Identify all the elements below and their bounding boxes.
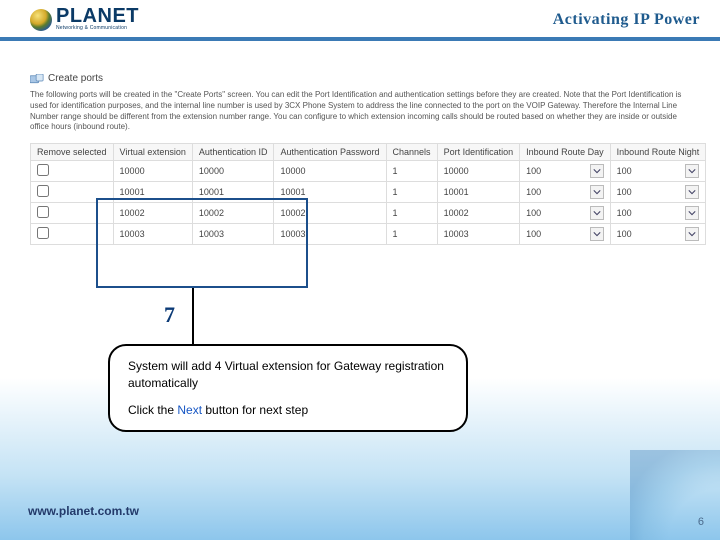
chevron-down-icon[interactable] (685, 227, 699, 241)
table-row: 100031000310003110003100100 (31, 224, 706, 245)
section-title: Create ports (48, 73, 103, 84)
callout-line-1: System will add 4 Virtual extension for … (128, 358, 448, 392)
remove-checkbox[interactable] (37, 227, 49, 239)
cell-authpw: 10002 (274, 203, 386, 224)
cell-portid: 10002 (437, 203, 520, 224)
cell-day[interactable]: 100 (520, 161, 611, 182)
section-title-row: Create ports (30, 73, 690, 84)
cell-day[interactable]: 100 (520, 182, 611, 203)
page-number: 6 (698, 516, 704, 528)
chevron-down-icon[interactable] (685, 164, 699, 178)
cell-day[interactable]: 100 (520, 224, 611, 245)
cell-vext: 10001 (113, 182, 192, 203)
cell-portid: 10000 (437, 161, 520, 182)
chevron-down-icon[interactable] (590, 227, 604, 241)
callout-line-2: Click the Next button for next step (128, 402, 448, 419)
table-row: 100011000110001110001100100 (31, 182, 706, 203)
brand-name: PLANET (56, 8, 139, 25)
instruction-callout: System will add 4 Virtual extension for … (108, 344, 468, 432)
table-header-row: Remove selected Virtual extension Authen… (31, 144, 706, 161)
cell-night[interactable]: 100 (610, 161, 706, 182)
col-portid: Port Identification (437, 144, 520, 161)
cell-portid: 10003 (437, 224, 520, 245)
col-authpw: Authentication Password (274, 144, 386, 161)
cell-authid: 10001 (192, 182, 274, 203)
chevron-down-icon[interactable] (685, 185, 699, 199)
cell-night[interactable]: 100 (610, 182, 706, 203)
chevron-down-icon[interactable] (685, 206, 699, 220)
brand-logo: PLANET Networking & Communication (30, 8, 139, 31)
corner-accent (630, 450, 720, 540)
col-vext: Virtual extension (113, 144, 192, 161)
cell-channels: 1 (386, 161, 437, 182)
cell-portid: 10001 (437, 182, 520, 203)
intro-text: The following ports will be created in t… (30, 90, 690, 133)
cell-night[interactable]: 100 (610, 224, 706, 245)
remove-checkbox[interactable] (37, 185, 49, 197)
cell-vext: 10000 (113, 161, 192, 182)
tagline: Activating IP Power (553, 11, 700, 29)
cell-channels: 1 (386, 224, 437, 245)
table-row: 100001000010000110000100100 (31, 161, 706, 182)
brand-subtitle: Networking & Communication (56, 25, 139, 31)
cell-vext: 10002 (113, 203, 192, 224)
header-bar: PLANET Networking & Communication Activa… (0, 0, 720, 41)
cell-channels: 1 (386, 182, 437, 203)
next-keyword: Next (177, 403, 202, 417)
chevron-down-icon[interactable] (590, 164, 604, 178)
ports-table: Remove selected Virtual extension Authen… (30, 143, 706, 245)
cell-vext: 10003 (113, 224, 192, 245)
remove-checkbox[interactable] (37, 206, 49, 218)
cell-authpw: 10001 (274, 182, 386, 203)
ports-icon (30, 74, 44, 84)
content-area: Create ports The following ports will be… (0, 41, 720, 245)
footer-url: www.planet.com.tw (28, 504, 139, 518)
cell-authpw: 10003 (274, 224, 386, 245)
col-night: Inbound Route Night (610, 144, 706, 161)
chevron-down-icon[interactable] (590, 185, 604, 199)
chevron-down-icon[interactable] (590, 206, 604, 220)
cell-channels: 1 (386, 203, 437, 224)
step-number: 7 (164, 302, 175, 328)
cell-authid: 10000 (192, 161, 274, 182)
globe-icon (30, 9, 52, 31)
remove-checkbox[interactable] (37, 164, 49, 176)
cell-authpw: 10000 (274, 161, 386, 182)
cell-night[interactable]: 100 (610, 203, 706, 224)
col-channels: Channels (386, 144, 437, 161)
col-remove: Remove selected (31, 144, 114, 161)
cell-authid: 10003 (192, 224, 274, 245)
table-row: 100021000210002110002100100 (31, 203, 706, 224)
cell-authid: 10002 (192, 203, 274, 224)
col-authid: Authentication ID (192, 144, 274, 161)
cell-day[interactable]: 100 (520, 203, 611, 224)
col-day: Inbound Route Day (520, 144, 611, 161)
